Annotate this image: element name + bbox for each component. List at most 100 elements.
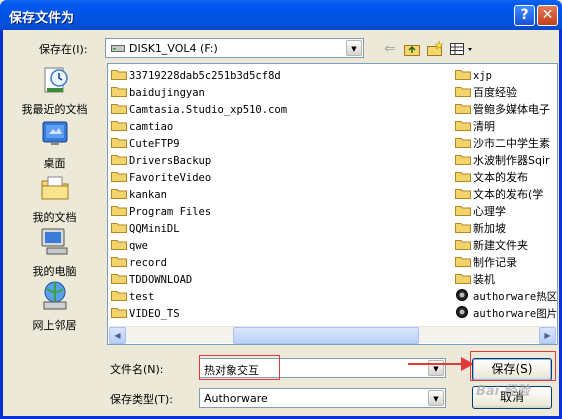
file-list-item[interactable]: camtiao	[111, 118, 341, 135]
folder-icon	[455, 138, 471, 148]
file-list-item[interactable]: VIDEO_TS	[111, 305, 341, 322]
title-bar: 保存文件为 ? ✕	[0, 0, 562, 30]
filename-label: 文件名(N):	[110, 363, 164, 376]
watermark-text: Bai 经验	[476, 384, 530, 399]
file-list-item[interactable]: CuteFTP9	[111, 135, 341, 152]
place-label: 我最近的文档	[21, 103, 88, 116]
folder-icon	[111, 104, 127, 114]
file-list[interactable]: ◀ ▶ 33719228dab5c251b3d5cf8d baidujingyan…	[107, 63, 558, 345]
scroll-left-icon[interactable]: ◀	[109, 327, 126, 344]
help-button[interactable]: ?	[514, 5, 535, 26]
file-name: qwe	[129, 240, 148, 252]
new-folder-icon[interactable]	[426, 40, 444, 58]
file-list-item[interactable]: Program Files	[111, 203, 341, 220]
file-name: 百度经验	[473, 86, 517, 99]
file-list-item[interactable]: 百度经验	[455, 84, 558, 101]
file-name: 33719228dab5c251b3d5cf8d	[129, 70, 281, 82]
drive-icon	[111, 45, 125, 52]
place-label: 网上邻居	[32, 319, 77, 332]
close-button[interactable]: ✕	[537, 5, 558, 26]
file-name: Camtasia.Studio_xp510.com	[129, 104, 288, 116]
back-arrow-icon[interactable]: ⇐	[381, 40, 399, 58]
file-list-item[interactable]: 管鲍多媒体电子	[455, 101, 558, 118]
save-in-dropdown[interactable]: DISK1_VOL4 (F:) ▼	[105, 38, 364, 58]
save-in-value: DISK1_VOL4 (F:)	[129, 42, 218, 55]
file-name: 新加坡	[473, 222, 506, 235]
file-list-item[interactable]: qwe	[111, 237, 341, 254]
file-list-item[interactable]: 水波制作器Sqir	[455, 152, 558, 169]
file-name: authorware图片	[473, 308, 558, 320]
file-list-item[interactable]: 清明	[455, 118, 558, 135]
scroll-right-icon[interactable]: ▶	[539, 327, 556, 344]
file-list-item[interactable]: 新建文件夹	[455, 237, 558, 254]
file-list-item[interactable]: 沙市二中学生素	[455, 135, 558, 152]
folder-icon	[111, 291, 127, 301]
filetype-dropdown[interactable]: Authorware ▼	[199, 388, 446, 408]
file-name: test	[129, 291, 155, 303]
file-name: 清明	[473, 120, 495, 133]
folder-icon	[455, 240, 471, 250]
file-name: 心理学	[473, 205, 506, 218]
folder-icon	[111, 257, 127, 267]
place-label: 我的文档	[32, 211, 77, 224]
file-list-item[interactable]: baidujingyan	[111, 84, 341, 101]
folder-icon	[111, 240, 127, 250]
file-list-item[interactable]: TDDOWNLOAD	[111, 271, 341, 288]
folder-icon	[455, 87, 471, 97]
folder-icon	[111, 274, 127, 284]
folder-icon	[111, 121, 127, 131]
file-list-item[interactable]: test	[111, 288, 341, 305]
folder-icon	[455, 172, 471, 182]
highlight-box	[470, 351, 556, 381]
file-list-item[interactable]: record	[111, 254, 341, 271]
file-list-item[interactable]: kankan	[111, 186, 341, 203]
file-name: xjp	[473, 70, 492, 82]
file-name: FavoriteVideo	[129, 172, 212, 184]
horizontal-scrollbar[interactable]: ◀ ▶	[109, 326, 556, 344]
folder-icon	[111, 87, 127, 97]
file-list-item[interactable]: DriversBackup	[111, 152, 341, 169]
folder-icon	[111, 70, 127, 80]
place-my-documents[interactable]: 我的文档	[11, 172, 98, 225]
file-name: kankan	[129, 189, 167, 201]
place-recent-documents[interactable]: 我最近的文档	[11, 64, 98, 117]
authorware-file-icon	[456, 289, 468, 301]
file-name: 文本的发布(学	[473, 188, 544, 201]
folder-icon	[455, 70, 471, 80]
file-name: Program Files	[129, 206, 212, 218]
file-name: CuteFTP9	[129, 138, 180, 150]
place-label: 桌面	[43, 157, 66, 170]
place-label: 我的电脑	[32, 265, 77, 278]
file-list-item[interactable]: authorware热区	[455, 288, 558, 305]
file-list-item[interactable]: 装机	[455, 271, 558, 288]
file-list-item[interactable]: FavoriteVideo	[111, 169, 341, 186]
chevron-down-icon[interactable]: ▼	[346, 40, 362, 56]
folder-icon	[111, 308, 127, 318]
place-desktop[interactable]: 桌面	[11, 118, 98, 171]
file-list-item[interactable]: 制作记录	[455, 254, 558, 271]
folder-icon	[111, 206, 127, 216]
file-list-item[interactable]: 33719228dab5c251b3d5cf8d	[111, 67, 341, 84]
file-name: authorware热区	[473, 291, 558, 303]
file-list-item[interactable]: 心理学	[455, 203, 558, 220]
file-name: DriversBackup	[129, 155, 212, 167]
file-list-item[interactable]: 新加坡	[455, 220, 558, 237]
red-arrow-icon	[408, 357, 474, 371]
up-folder-icon[interactable]	[403, 40, 421, 58]
file-list-item[interactable]: xjp	[455, 67, 558, 84]
file-list-item[interactable]: 文本的发布(学	[455, 186, 558, 203]
file-name: 新建文件夹	[473, 239, 528, 252]
place-network[interactable]: 网上邻居	[11, 280, 98, 333]
file-list-item[interactable]: QQMiniDL	[111, 220, 341, 237]
place-my-computer[interactable]: 我的电脑	[11, 226, 98, 279]
file-list-item[interactable]: authorware图片	[455, 305, 558, 322]
folder-icon	[455, 189, 471, 199]
scroll-thumb[interactable]	[233, 327, 419, 344]
file-name: 水波制作器Sqir	[473, 154, 550, 167]
file-list-item[interactable]: 文本的发布	[455, 169, 558, 186]
dialog-title: 保存文件为	[9, 11, 75, 26]
recent-documents-icon	[44, 67, 68, 93]
file-list-item[interactable]: Camtasia.Studio_xp510.com	[111, 101, 341, 118]
chevron-down-icon[interactable]: ▼	[428, 390, 444, 406]
view-menu-icon[interactable]	[449, 40, 475, 58]
